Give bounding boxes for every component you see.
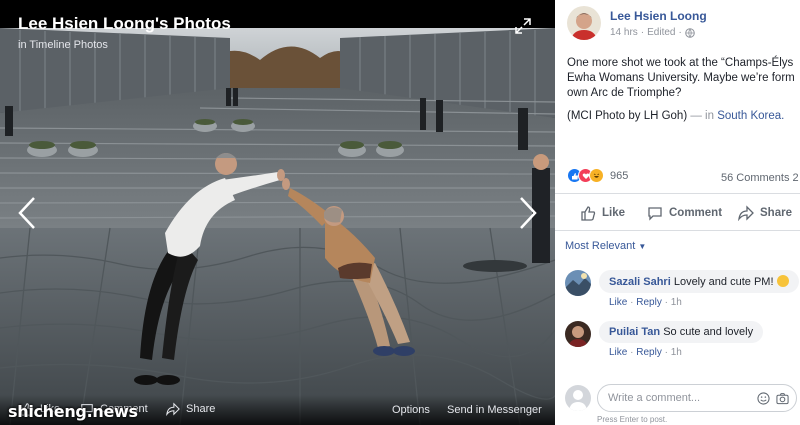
smiley-emoji-icon [776,275,789,287]
author-avatar[interactable] [567,6,601,40]
viewer-options-button[interactable]: Options [392,404,430,416]
comment-bubble-icon [648,207,662,221]
post-text-line: Ewha Womans University. Maybe we’re form [567,72,795,84]
comment-button-label: Comment [669,207,723,219]
comment-actions-separator: · [664,347,668,358]
post-text-line: own Arc de Triomphe? [567,87,682,99]
share-button[interactable]: Share [738,205,792,221]
post-meta: 14 hrs · Edited · [610,27,707,38]
comment-like-link[interactable]: Like [609,297,627,308]
location-link[interactable]: South Korea. [717,110,784,122]
comment-actions-separator: · [630,297,634,308]
comment-reply-link[interactable]: Reply [636,347,662,358]
photo[interactable] [0,28,555,425]
thumbs-up-icon [581,206,596,221]
photo-viewer: Lee Hsien Loong's Photos in Timeline Pho… [0,0,555,425]
post-side-panel: Lee Hsien Loong 14 hrs · Edited · One mo… [555,0,800,425]
post-body: One more shot we took at the “Champs-Ély… [567,56,800,124]
post-credit-line: (MCI Photo by LH Goh) — in South Korea. [567,109,800,124]
reactions-summary[interactable]: 965 [567,168,628,183]
share-arrow-icon [166,402,180,416]
comment-actions-separator: · [664,297,668,308]
location-separator: — in [690,110,715,122]
comment-text: Lovely and cute PM! [673,276,774,288]
camera-icon[interactable] [776,392,789,405]
comment-bubble: Sazali Sahri Lovely and cute PM! [599,270,799,293]
meta-separator: · [678,27,682,38]
comments-count-link[interactable]: 56 Comments 2 [721,172,799,184]
press-enter-hint: Press Enter to post. [597,415,668,424]
photo-album-title[interactable]: Lee Hsien Loong's Photos [18,14,231,34]
post-text-line: One more shot we took at the “Champs-Ély… [567,57,794,69]
comment-actions: Like · Reply · 1h [609,297,799,308]
comment-input[interactable]: Write a comment... [597,384,797,412]
comment-reply-link[interactable]: Reply [636,297,662,308]
comment-sort-dropdown[interactable]: Most Relevant ▼ [565,240,646,252]
reactions-count[interactable]: 965 [610,170,628,182]
comment-actions: Like · Reply · 1h [609,347,763,358]
comment-item: Puilai Tan So cute and lovely Like · Rep… [565,321,764,358]
globe-icon[interactable] [685,27,695,38]
post-actions-bar: Like Comment Share [555,193,800,231]
comment-item: Sazali Sahri Lovely and cute PM! Like · … [565,270,799,308]
viewer-share-label: Share [186,403,216,415]
post-time[interactable]: 14 hrs [610,27,638,38]
previous-photo-arrow-icon[interactable] [16,195,38,231]
like-button[interactable]: Like [580,205,625,221]
emoji-icon[interactable] [757,392,770,405]
watermark-text: shicheng.news [8,402,138,421]
commenter-avatar[interactable] [565,321,591,347]
comment-input-placeholder: Write a comment... [608,392,701,404]
commenter-name-link[interactable]: Sazali Sahri [609,276,671,288]
current-user-avatar [565,385,591,411]
comment-button[interactable]: Comment [647,205,722,221]
expand-icon[interactable] [515,18,531,34]
edited-label[interactable]: Edited [647,27,675,38]
author-name-link[interactable]: Lee Hsien Loong [610,9,707,23]
share-button-label: Share [760,207,792,219]
viewer-share-button[interactable]: Share [166,402,215,416]
send-in-messenger-button[interactable]: Send in Messenger [447,404,542,416]
next-photo-arrow-icon[interactable] [517,195,539,231]
comment-time[interactable]: 1h [671,297,682,308]
caret-down-icon: ▼ [638,242,647,251]
comment-time[interactable]: 1h [671,347,682,358]
commenter-name-link[interactable]: Puilai Tan [609,326,660,338]
like-button-label: Like [602,207,626,219]
photo-credit: (MCI Photo by LH Goh) [567,110,688,122]
share-arrow-icon [738,205,754,221]
comment-like-link[interactable]: Like [609,347,627,358]
photo-album-subtitle[interactable]: in Timeline Photos [18,39,108,51]
haha-reaction-icon [589,168,604,183]
sort-label: Most Relevant [565,240,636,252]
meta-separator: · [640,27,645,38]
comment-text: So cute and lovely [663,326,754,338]
comment-bubble: Puilai Tan So cute and lovely [599,321,764,343]
commenter-avatar[interactable] [565,270,591,296]
comment-actions-separator: · [630,347,634,358]
post-author-header: Lee Hsien Loong 14 hrs · Edited · [567,6,707,40]
write-comment-box: Write a comment... [565,384,797,412]
